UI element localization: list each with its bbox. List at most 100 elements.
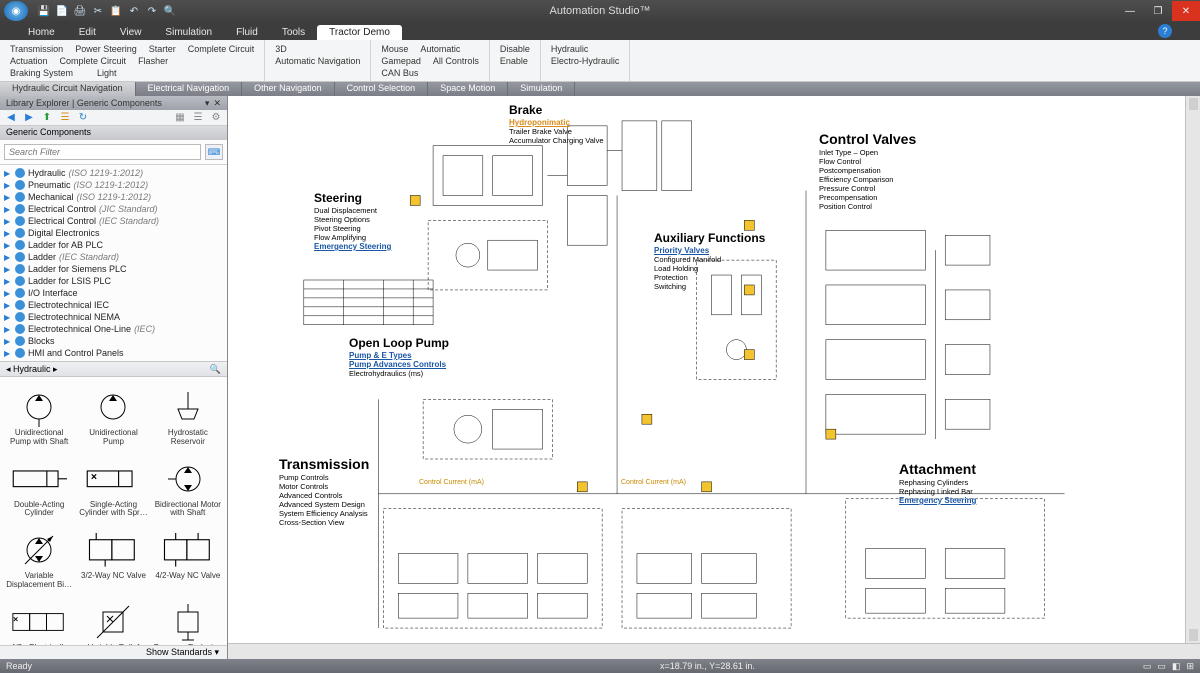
ribbon-complete-circuit-2[interactable]: Complete Circuit bbox=[60, 56, 127, 66]
ribbon-flasher[interactable]: Flasher bbox=[138, 56, 168, 66]
ribbon-gamepad[interactable]: Gamepad bbox=[381, 56, 421, 66]
status-icon-4[interactable]: ⊞ bbox=[1186, 661, 1194, 672]
horizontal-scrollbar[interactable] bbox=[228, 643, 1200, 659]
tree-node[interactable]: ▶Ladder for LSIS PLC bbox=[4, 275, 223, 287]
magnify-icon[interactable]: 🔍 bbox=[210, 364, 221, 375]
subnav-electrical[interactable]: Electrical Navigation bbox=[136, 82, 243, 96]
attachment-link[interactable]: Emergency Steering bbox=[899, 496, 976, 505]
minimize-button[interactable]: — bbox=[1116, 1, 1144, 21]
openloop-link-1[interactable]: Pump & E Types bbox=[349, 351, 449, 360]
ribbon-electro-hydraulic[interactable]: Electro-Hydraulic bbox=[551, 56, 620, 66]
tree-node[interactable]: ▶Ladder for Siemens PLC bbox=[4, 263, 223, 275]
hydraulic-breadcrumb[interactable]: ◂ Hydraulic ▸ bbox=[6, 364, 58, 375]
qat-save-icon[interactable]: 💾 bbox=[36, 3, 52, 19]
tree-node[interactable]: ▶Electrotechnical One-Line (IEC) bbox=[4, 323, 223, 335]
qat-undo-icon[interactable]: ↶ bbox=[126, 3, 142, 19]
tab-view[interactable]: View bbox=[108, 25, 154, 40]
help-icon[interactable]: ? bbox=[1158, 24, 1172, 38]
qat-paste-icon[interactable]: 📋 bbox=[108, 3, 124, 19]
status-icon-3[interactable]: ◧ bbox=[1172, 661, 1181, 672]
tree-node[interactable]: ▶Hydraulic (ISO 1219-1:2012) bbox=[4, 167, 223, 179]
ribbon-transmission[interactable]: Transmission bbox=[10, 44, 63, 54]
ribbon-light[interactable]: Light bbox=[97, 68, 117, 78]
openloop-link-2[interactable]: Pump Advances Controls bbox=[349, 360, 449, 369]
ribbon-3d[interactable]: 3D bbox=[275, 44, 287, 54]
subnav-other[interactable]: Other Navigation bbox=[242, 82, 335, 96]
qat-zoom-icon[interactable]: 🔍 bbox=[162, 3, 178, 19]
status-icon-1[interactable]: ▭ bbox=[1143, 661, 1152, 672]
vertical-scrollbar[interactable] bbox=[1185, 96, 1200, 643]
symbol-item[interactable]: 3/2-Way NC Valve bbox=[76, 526, 150, 598]
library-tab[interactable]: Generic Components bbox=[0, 126, 227, 140]
lib-up-icon[interactable]: ⬆ bbox=[40, 111, 54, 125]
tree-node[interactable]: ▶Electrotechnical IEC bbox=[4, 299, 223, 311]
tree-node[interactable]: ▶Mechanical (ISO 1219-1:2012) bbox=[4, 191, 223, 203]
symbol-item[interactable]: Hydrostatic Reservoir bbox=[151, 383, 225, 455]
panel-close-icon[interactable]: ✕ bbox=[213, 98, 221, 109]
tree-node[interactable]: ▶Ladder (IEC Standard) bbox=[4, 251, 223, 263]
lib-view1-icon[interactable]: ▦ bbox=[173, 111, 187, 125]
tree-node[interactable]: ▶Blocks bbox=[4, 335, 223, 347]
ribbon-automatic[interactable]: Automatic bbox=[420, 44, 460, 54]
symbol-item[interactable]: Unidirectional Pump with Shaft bbox=[2, 383, 76, 455]
restore-button[interactable]: ❐ bbox=[1144, 1, 1172, 21]
tree-node[interactable]: ▶HMI and Control Panels bbox=[4, 347, 223, 359]
qat-new-icon[interactable]: 📄 bbox=[54, 3, 70, 19]
symbol-item[interactable]: Variable Displacement Bi… bbox=[2, 526, 76, 598]
symbol-item[interactable]: Unidirectional Pump bbox=[76, 383, 150, 455]
subnav-space-motion[interactable]: Space Motion bbox=[428, 82, 508, 96]
qat-print-icon[interactable]: 🖨 bbox=[72, 3, 88, 19]
steering-link[interactable]: Emergency Steering bbox=[314, 242, 391, 251]
tree-node[interactable]: ▶Electrical Control (IEC Standard) bbox=[4, 215, 223, 227]
ribbon-auto-nav[interactable]: Automatic Navigation bbox=[275, 56, 360, 66]
symbol-item[interactable]: 4/3 - Electrically Controlled bbox=[2, 598, 76, 645]
lib-tree-icon[interactable]: ☰ bbox=[58, 111, 72, 125]
tab-home[interactable]: Home bbox=[16, 25, 67, 40]
tab-tools[interactable]: Tools bbox=[270, 25, 317, 40]
symbol-item[interactable]: 4/2-Way NC Valve bbox=[151, 526, 225, 598]
qat-cut-icon[interactable]: ✂ bbox=[90, 3, 106, 19]
subnav-hydraulic[interactable]: Hydraulic Circuit Navigation bbox=[0, 82, 136, 96]
symbol-item[interactable]: Variable Relief Valve bbox=[76, 598, 150, 645]
status-icon-2[interactable]: ▭ bbox=[1157, 661, 1166, 672]
keyboard-icon[interactable]: ⌨ bbox=[205, 144, 223, 160]
brake-link[interactable]: Hydroponimatic bbox=[509, 118, 604, 127]
ribbon-can-bus[interactable]: CAN Bus bbox=[381, 68, 418, 78]
tree-node[interactable]: ▶Electrical Control (JIC Standard) bbox=[4, 203, 223, 215]
symbol-item[interactable]: Bidirectional Motor with Shaft bbox=[151, 455, 225, 527]
subnav-control-sel[interactable]: Control Selection bbox=[335, 82, 429, 96]
aux-link[interactable]: Priority Valves bbox=[654, 246, 765, 255]
symbol-item[interactable]: Pressure Reducing Valve with Drain bbox=[151, 598, 225, 645]
symbol-item[interactable]: Double-Acting Cylinder bbox=[2, 455, 76, 527]
tab-tractor-demo[interactable]: Tractor Demo bbox=[317, 25, 402, 40]
qat-redo-icon[interactable]: ↷ bbox=[144, 3, 160, 19]
show-standards-button[interactable]: Show Standards ▾ bbox=[0, 645, 227, 659]
tree-node[interactable]: ▶Ladder for AB PLC bbox=[4, 239, 223, 251]
symbol-item[interactable]: Single-Acting Cylinder with Spr… bbox=[76, 455, 150, 527]
tab-edit[interactable]: Edit bbox=[67, 25, 108, 40]
lib-fwd-icon[interactable]: ▶ bbox=[22, 111, 36, 125]
tab-simulation[interactable]: Simulation bbox=[153, 25, 224, 40]
ribbon-mouse[interactable]: Mouse bbox=[381, 44, 408, 54]
ribbon-starter[interactable]: Starter bbox=[149, 44, 176, 54]
lib-back-icon[interactable]: ◀ bbox=[4, 111, 18, 125]
ribbon-hydraulic[interactable]: Hydraulic bbox=[551, 44, 589, 54]
tree-node[interactable]: ▶Electrotechnical NEMA bbox=[4, 311, 223, 323]
diagram-canvas[interactable]: Brake Hydroponimatic Trailer Brake Valve… bbox=[228, 96, 1185, 643]
lib-settings-icon[interactable]: ⚙ bbox=[209, 111, 223, 125]
ribbon-all-controls[interactable]: All Controls bbox=[433, 56, 479, 66]
lib-refresh-icon[interactable]: ↻ bbox=[76, 111, 90, 125]
tab-fluid[interactable]: Fluid bbox=[224, 25, 270, 40]
ribbon-disable[interactable]: Disable bbox=[500, 44, 530, 54]
ribbon-braking-system[interactable]: Braking System bbox=[10, 68, 73, 78]
lib-view2-icon[interactable]: ☰ bbox=[191, 111, 205, 125]
subnav-simulation[interactable]: Simulation bbox=[508, 82, 575, 96]
panel-pin-icon[interactable]: ▾ bbox=[205, 98, 210, 109]
ribbon-complete-circuit-1[interactable]: Complete Circuit bbox=[188, 44, 255, 54]
tree-node[interactable]: ▶Digital Electronics bbox=[4, 227, 223, 239]
search-input[interactable] bbox=[4, 144, 201, 160]
tree-node[interactable]: ▶Pneumatic (ISO 1219-1:2012) bbox=[4, 179, 223, 191]
ribbon-actuation[interactable]: Actuation bbox=[10, 56, 48, 66]
tree-node[interactable]: ▶I/O Interface bbox=[4, 287, 223, 299]
close-button[interactable]: ✕ bbox=[1172, 1, 1200, 21]
